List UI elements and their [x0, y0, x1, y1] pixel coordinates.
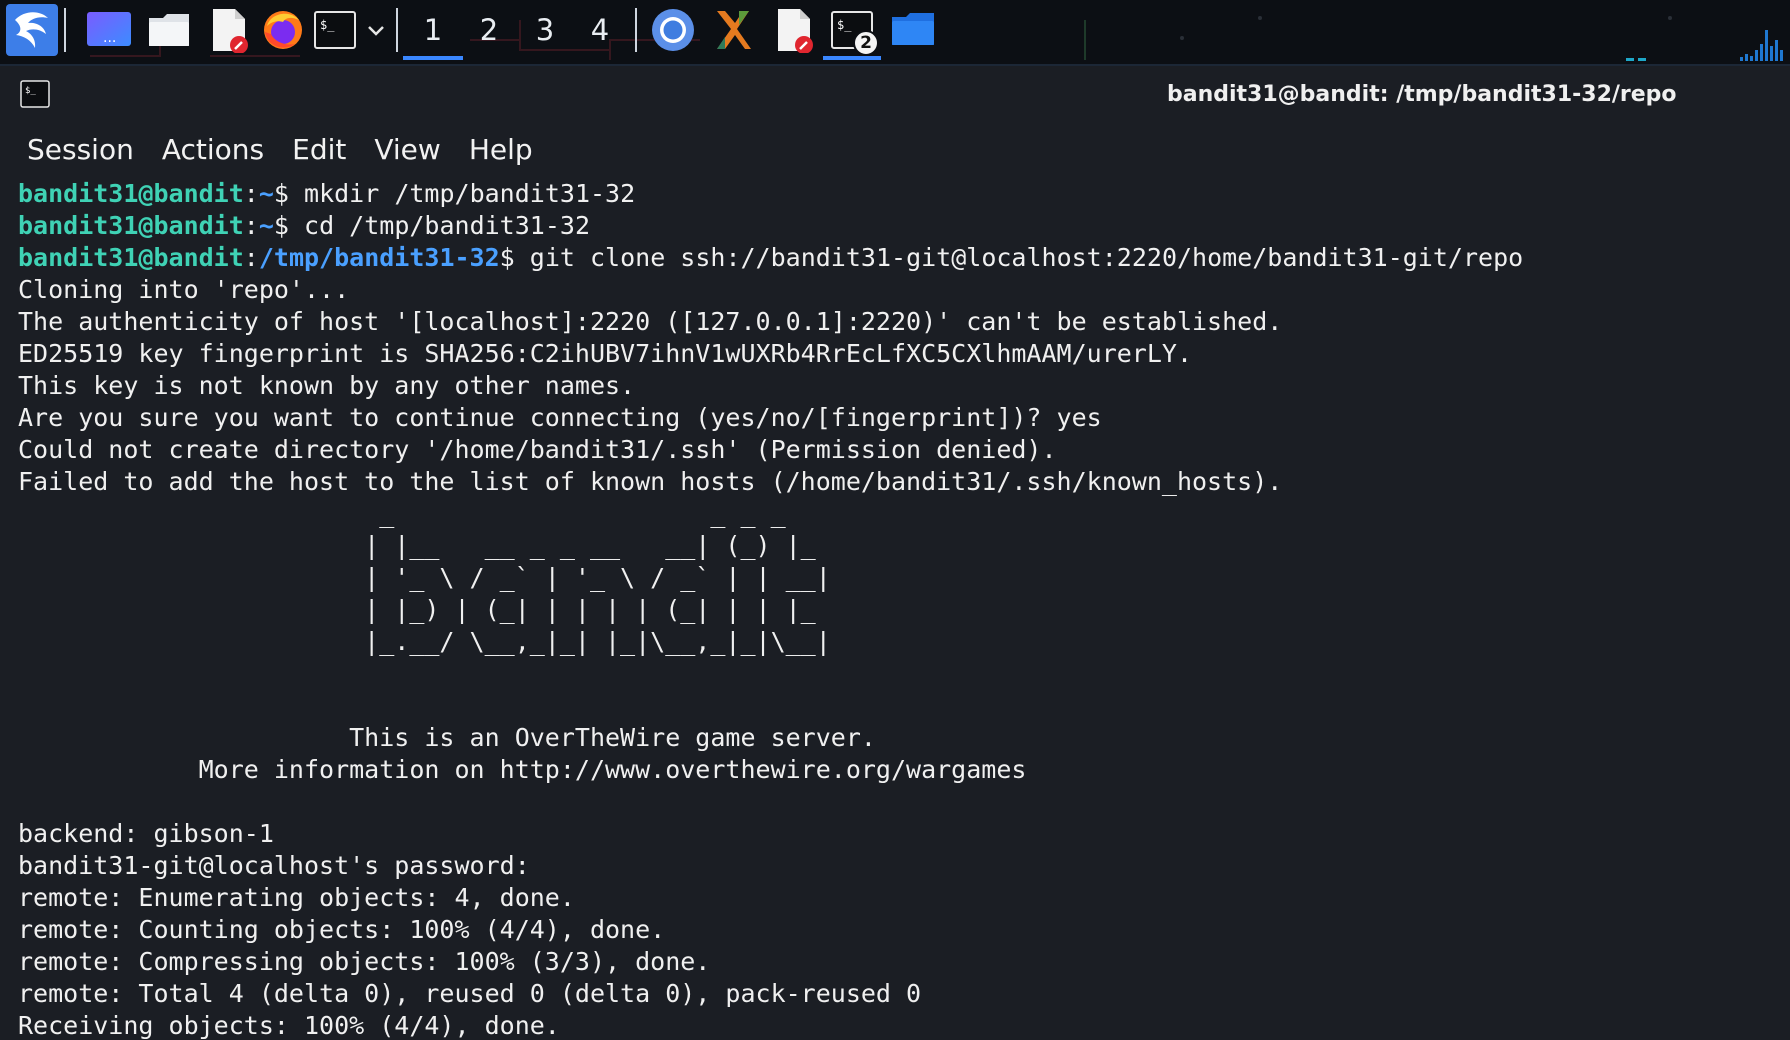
- desktop-icon: ...: [87, 12, 131, 46]
- banner-line: | |__ __ _ _ __ __| (_) |_: [18, 531, 831, 560]
- prompt-user: bandit31@bandit: [18, 211, 244, 240]
- banner-line: _ _ _ _: [18, 499, 831, 528]
- task-burp-suite[interactable]: [706, 4, 760, 56]
- show-desktop-button[interactable]: ...: [80, 4, 138, 56]
- menu-help[interactable]: Help: [469, 133, 533, 166]
- output-line: remote: Total 4 (delta 0), reused 0 (del…: [18, 979, 922, 1008]
- prompt-dollar: $: [273, 211, 289, 240]
- workspace-3[interactable]: 3: [515, 4, 575, 56]
- menu-view[interactable]: View: [374, 133, 440, 166]
- menu-actions[interactable]: Actions: [162, 133, 264, 166]
- output-line: backend: gibson-1: [18, 819, 274, 848]
- menu-session[interactable]: Session: [27, 133, 134, 166]
- prompt-dollar: $: [273, 179, 289, 208]
- task-text-editor[interactable]: [766, 4, 822, 56]
- text-editor-icon: [213, 9, 248, 53]
- svg-text:$_: $_: [837, 18, 852, 32]
- output-line: Are you sure you want to continue connec…: [18, 403, 1102, 432]
- taskbar: ... $_ 1 2 3 4 $_ 2: [0, 0, 1790, 66]
- terminal-launcher[interactable]: $_: [310, 4, 360, 56]
- output-line: The authenticity of host '[localhost]:22…: [18, 307, 1283, 336]
- file-manager-launcher[interactable]: [140, 4, 198, 56]
- banner-line: |_.__/ \__,_|_| |_|\__,_|_|\__|: [18, 627, 831, 656]
- menubar: Session Actions Edit View Help: [0, 124, 1790, 174]
- output-line: bandit31-git@localhost's password:: [18, 851, 530, 880]
- text-editor-launcher[interactable]: [200, 4, 258, 56]
- workspace-4[interactable]: 4: [570, 4, 630, 56]
- prompt-path: /tmp/bandit31-32: [258, 243, 500, 272]
- prompt-command: cd /tmp/bandit31-32: [288, 211, 590, 240]
- output-line: This key is not known by any other names…: [18, 371, 636, 400]
- chevron-down-icon: [368, 26, 384, 36]
- svg-text:$_: $_: [320, 18, 335, 32]
- folder-icon: [149, 14, 189, 46]
- terminal-icon: $_: [314, 11, 356, 49]
- prompt-command: git clone ssh://bandit31-git@localhost:2…: [514, 243, 1524, 272]
- output-line: remote: Compressing objects: 100% (3/3),…: [18, 947, 711, 976]
- taskbar-separator: [396, 8, 398, 52]
- window-titlebar[interactable]: $_ bandit31@bandit: /tmp/bandit31-32/rep…: [0, 66, 1790, 124]
- task-file-manager[interactable]: [886, 4, 940, 56]
- window-count-badge: 2: [853, 30, 879, 56]
- svg-text:...: ...: [103, 30, 116, 46]
- workspace-1[interactable]: 1: [403, 4, 463, 60]
- folder-icon: [892, 13, 934, 45]
- firefox-icon: [264, 11, 302, 49]
- output-line: Cloning into 'repo'...: [18, 275, 350, 304]
- prompt-colon: :: [243, 243, 259, 272]
- menu-edit[interactable]: Edit: [292, 133, 346, 166]
- window-menu-button[interactable]: $_: [20, 80, 50, 112]
- chromium-icon: [652, 9, 694, 51]
- terminal-icon: $_: [20, 80, 50, 108]
- prompt-colon: :: [243, 179, 259, 208]
- prompt-user: bandit31@bandit: [18, 243, 244, 272]
- kali-dragon-icon: [6, 4, 58, 56]
- output-line: Receiving objects: 100% (4/4), done.: [18, 1011, 560, 1040]
- app-menu-button[interactable]: [4, 4, 60, 56]
- svg-text:$_: $_: [25, 86, 36, 96]
- prompt-line: bandit31@bandit:~$ mkdir /tmp/bandit31-3…: [18, 178, 1523, 210]
- output-line: remote: Counting objects: 100% (4/4), do…: [18, 915, 666, 944]
- output-line: More information on http://www.overthewi…: [18, 755, 1027, 784]
- workspace-2[interactable]: 2: [459, 4, 519, 56]
- output-line: ED25519 key fingerprint is SHA256:C2ihUB…: [18, 339, 1192, 368]
- prompt-line: bandit31@bandit:~$ cd /tmp/bandit31-32: [18, 210, 1523, 242]
- firefox-launcher[interactable]: [254, 4, 312, 56]
- banner-line: | '_ \ / _` | '_ \ / _` | | __|: [18, 563, 831, 592]
- prompt-path: ~: [258, 179, 274, 208]
- task-terminal[interactable]: $_ 2: [823, 4, 881, 60]
- prompt-colon: :: [243, 211, 259, 240]
- output-line: Could not create directory '/home/bandit…: [18, 435, 1057, 464]
- output-line: Failed to add the host to the list of kn…: [18, 467, 1283, 496]
- output-line: This is an OverTheWire game server.: [18, 723, 876, 752]
- prompt-line: bandit31@bandit:/tmp/bandit31-32$ git cl…: [18, 242, 1523, 274]
- text-editor-icon: [778, 9, 813, 53]
- prompt-path: ~: [258, 211, 274, 240]
- banner-line: | |_) | (_| | | | | (_| | | |_: [18, 595, 831, 624]
- task-chromium[interactable]: [646, 4, 700, 56]
- prompt-dollar: $: [499, 243, 515, 272]
- taskbar-separator: [635, 8, 637, 52]
- window-title: bandit31@bandit: /tmp/bandit31-32/repo: [1167, 82, 1677, 107]
- taskbar-separator: [64, 8, 66, 52]
- terminal-view[interactable]: bandit31@bandit:~$ mkdir /tmp/bandit31-3…: [0, 178, 1790, 1040]
- output-line: remote: Enumerating objects: 4, done.: [18, 883, 575, 912]
- prompt-user: bandit31@bandit: [18, 179, 244, 208]
- prompt-command: mkdir /tmp/bandit31-32: [288, 179, 636, 208]
- terminal-output: bandit31@bandit:~$ mkdir /tmp/bandit31-3…: [18, 178, 1523, 1040]
- launcher-dropdown-button[interactable]: [362, 4, 390, 56]
- burp-suite-icon: [717, 11, 751, 49]
